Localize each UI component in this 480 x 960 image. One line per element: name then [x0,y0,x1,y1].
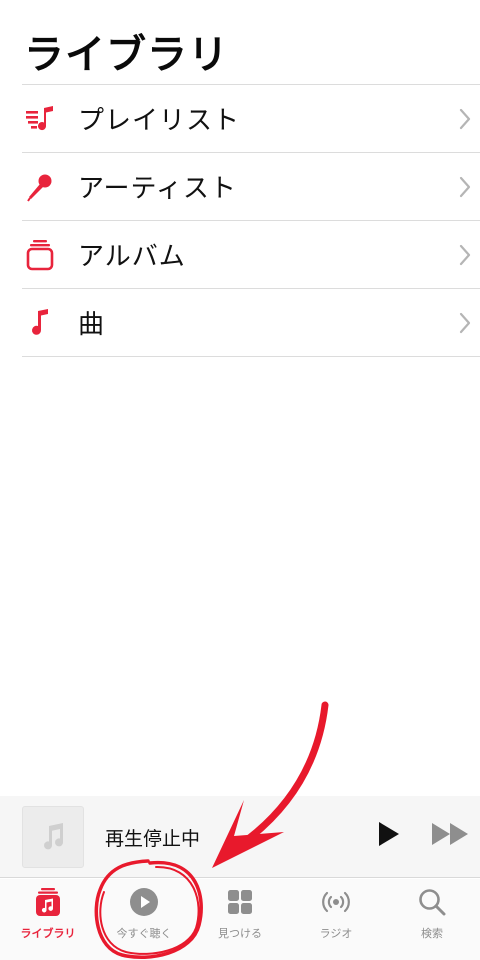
chevron-right-icon [459,312,471,334]
library-item-songs[interactable]: 曲 [22,289,480,357]
tab-listen-now[interactable]: 今すぐ聴く [96,879,192,960]
tab-bar: ライブラリ 今すぐ聴く 見つける ラジオ 検索 [0,879,480,960]
search-icon [419,889,446,916]
mini-player[interactable]: 再生停止中 [0,796,480,878]
library-item-label: プレイリスト [78,106,241,136]
library-icon [36,888,60,916]
tab-label: 今すぐ聴く [116,927,172,940]
tab-search[interactable]: 検索 [384,879,480,960]
music-note-icon [22,305,58,341]
album-icon [22,237,58,273]
library-list: プレイリスト アーティスト アルバム 曲 [22,84,480,357]
chevron-right-icon [459,176,471,198]
chevron-right-icon [459,108,471,130]
library-item-albums[interactable]: アルバム [22,221,480,289]
library-item-label: アーティスト [78,174,237,204]
tab-label: 見つける [218,927,262,940]
play-circle-icon [130,888,158,916]
tab-label: ラジオ [319,927,353,940]
library-item-label: 曲 [78,310,106,340]
playlist-icon [22,101,58,137]
fast-forward-button[interactable] [430,820,472,848]
playback-status: 再生停止中 [105,828,201,850]
tab-radio[interactable]: ラジオ [288,879,384,960]
grid-icon [228,890,252,914]
microphone-icon [22,169,58,205]
chevron-right-icon [459,244,471,266]
library-item-artists[interactable]: アーティスト [22,153,480,221]
page-title: ライブラリ [24,32,229,78]
tab-label: ライブラリ [20,927,76,940]
tab-library[interactable]: ライブラリ [0,879,96,960]
library-item-playlists[interactable]: プレイリスト [22,85,480,153]
tab-browse[interactable]: 見つける [192,879,288,960]
music-note-icon [44,823,64,850]
radio-icon [322,891,350,913]
tab-label: 検索 [421,927,443,940]
album-art-placeholder [22,806,84,868]
library-item-label: アルバム [78,242,186,272]
play-button[interactable] [374,820,402,848]
